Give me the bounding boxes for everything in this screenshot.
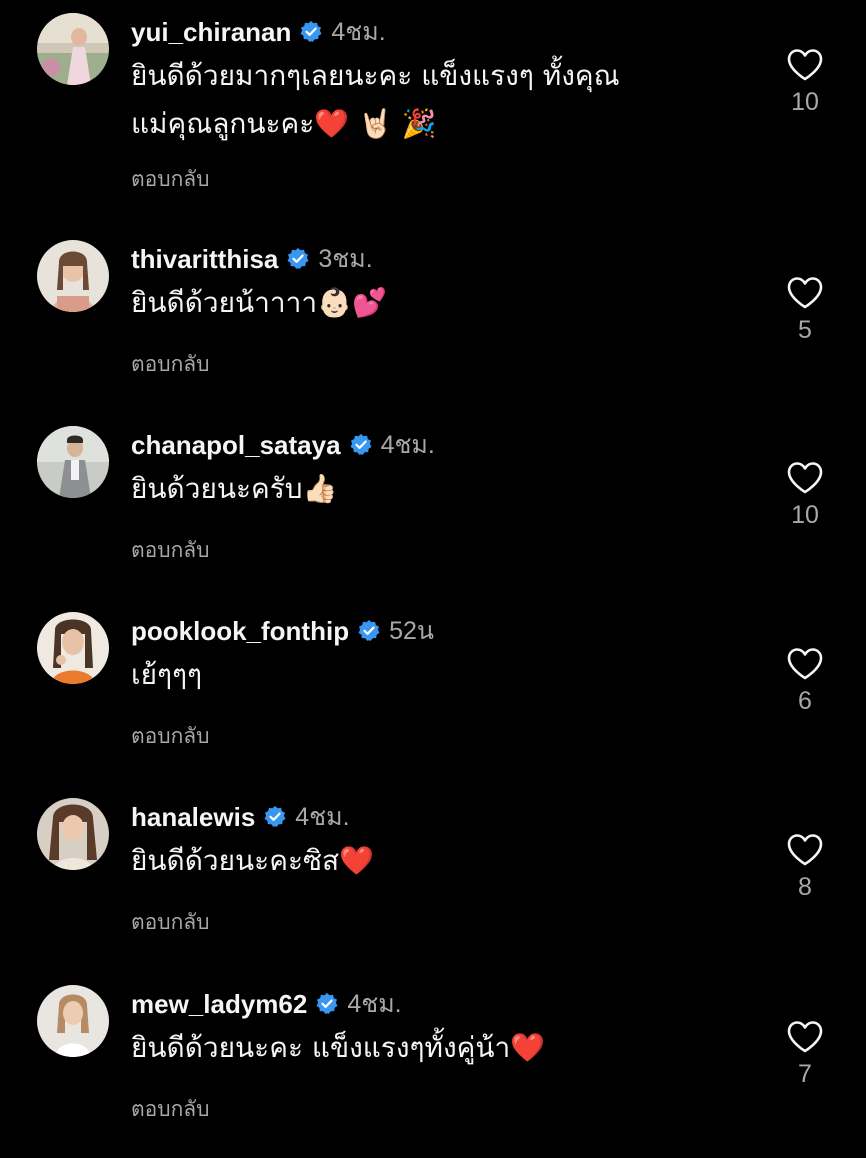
like-button[interactable]: 10 bbox=[780, 48, 830, 117]
username[interactable]: yui_chiranan bbox=[131, 17, 291, 48]
comment-item: chanapol_sataya 4ชม. ยินด้วยนะครับ👍🏻 ตอบ… bbox=[0, 413, 866, 599]
like-button[interactable]: 8 bbox=[780, 833, 830, 902]
avatar[interactable] bbox=[37, 426, 109, 498]
verified-badge-icon bbox=[315, 992, 339, 1016]
like-count: 10 bbox=[791, 501, 819, 529]
comment-header: pooklook_fonthip 52น bbox=[131, 613, 434, 649]
like-button[interactable]: 10 bbox=[780, 461, 830, 530]
avatar[interactable] bbox=[37, 798, 109, 870]
heart-outline-icon bbox=[787, 648, 823, 680]
verified-badge-icon bbox=[299, 20, 323, 44]
like-count: 5 bbox=[798, 316, 812, 344]
like-count: 10 bbox=[791, 88, 819, 116]
reply-button[interactable]: ตอบกลับ bbox=[131, 720, 210, 753]
comment-header: chanapol_sataya 4ชม. bbox=[131, 427, 435, 463]
comment-text: ยินดีด้วยนะคะ แข็งแรงๆทั้งคู่น้า❤️ bbox=[131, 1031, 546, 1064]
verified-badge-icon bbox=[357, 619, 381, 643]
comment-text: ยินดีด้วยน้าาาา👶🏻💕 bbox=[131, 286, 387, 319]
timestamp: 52น bbox=[389, 617, 434, 645]
like-button[interactable]: 5 bbox=[780, 276, 830, 345]
like-count: 8 bbox=[798, 873, 812, 901]
like-count: 6 bbox=[798, 687, 812, 715]
comment-item: hanalewis 4ชม. ยินดีด้วยนะคะซิส❤️ ตอบกลั… bbox=[0, 785, 866, 971]
heart-outline-icon bbox=[787, 277, 823, 309]
comment-header: thivaritthisa 3ชม. bbox=[131, 241, 373, 277]
verified-badge-icon bbox=[286, 247, 310, 271]
comment-text: ยินดีด้วยมากๆเลยนะคะ แข็งแรงๆ ทั้งคุณแม่… bbox=[131, 59, 620, 140]
verified-badge-icon bbox=[263, 805, 287, 829]
reply-button[interactable]: ตอบกลับ bbox=[131, 163, 210, 196]
avatar[interactable] bbox=[37, 985, 109, 1057]
username[interactable]: mew_ladym62 bbox=[131, 989, 307, 1020]
heart-outline-icon bbox=[787, 834, 823, 866]
heart-outline-icon bbox=[787, 49, 823, 81]
timestamp: 4ชม. bbox=[347, 990, 402, 1018]
reply-button[interactable]: ตอบกลับ bbox=[131, 906, 210, 939]
comment-header: hanalewis 4ชม. bbox=[131, 799, 350, 835]
comment-text: เย้ๆๆๆ bbox=[131, 658, 203, 691]
username[interactable]: pooklook_fonthip bbox=[131, 616, 349, 647]
comment-header: yui_chiranan 4ชม. bbox=[131, 14, 386, 50]
username[interactable]: hanalewis bbox=[131, 802, 255, 833]
heart-outline-icon bbox=[787, 1021, 823, 1053]
username[interactable]: thivaritthisa bbox=[131, 244, 278, 275]
username[interactable]: chanapol_sataya bbox=[131, 430, 341, 461]
reply-button[interactable]: ตอบกลับ bbox=[131, 348, 210, 381]
avatar[interactable] bbox=[37, 13, 109, 85]
timestamp: 4ชม. bbox=[380, 431, 435, 459]
comment-text: ยินดีด้วยนะคะซิส❤️ bbox=[131, 844, 374, 877]
avatar[interactable] bbox=[37, 612, 109, 684]
comment-item: yui_chiranan 4ชม. ยินดีด้วยมากๆเลยนะคะ แ… bbox=[0, 0, 866, 191]
timestamp: 4ชม. bbox=[331, 18, 386, 46]
reply-button[interactable]: ตอบกลับ bbox=[131, 534, 210, 567]
comment-item: thivaritthisa 3ชม. ยินดีด้วยน้าาาา👶🏻💕 ตอ… bbox=[0, 227, 866, 413]
like-button[interactable]: 6 bbox=[780, 647, 830, 716]
like-button[interactable]: 7 bbox=[780, 1020, 830, 1089]
avatar[interactable] bbox=[37, 240, 109, 312]
comment-text: ยินด้วยนะครับ👍🏻 bbox=[131, 472, 338, 505]
timestamp: 3ชม. bbox=[318, 245, 373, 273]
comment-item: pooklook_fonthip 52น เย้ๆๆๆ ตอบกลับ 6 bbox=[0, 599, 866, 785]
like-count: 7 bbox=[798, 1060, 812, 1088]
reply-button[interactable]: ตอบกลับ bbox=[131, 1093, 210, 1126]
comment-item: mew_ladym62 4ชม. ยินดีด้วยนะคะ แข็งแรงๆท… bbox=[0, 972, 866, 1158]
heart-outline-icon bbox=[787, 462, 823, 494]
comment-header: mew_ladym62 4ชม. bbox=[131, 986, 402, 1022]
timestamp: 4ชม. bbox=[295, 803, 350, 831]
verified-badge-icon bbox=[349, 433, 373, 457]
